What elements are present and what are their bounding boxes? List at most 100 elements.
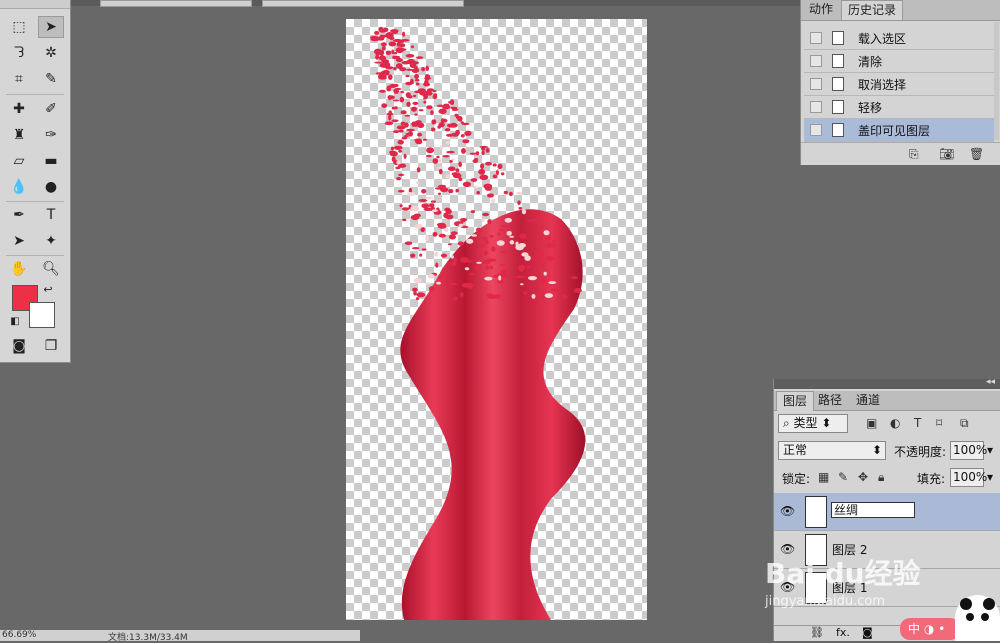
gradient-tool-icon[interactable]: ▬: [38, 150, 64, 172]
petal: [499, 228, 505, 232]
layer-filter-select[interactable]: ⌕ 类型 ⬍: [778, 414, 848, 433]
petal: [497, 163, 503, 169]
history-item[interactable]: 载入选区: [804, 27, 994, 50]
filter-type-icon[interactable]: T: [914, 416, 921, 430]
petal: [379, 89, 386, 93]
petal: [440, 118, 448, 123]
layer-row-selected[interactable]: 👁︎ 丝绸: [774, 493, 1000, 531]
filter-shape-icon[interactable]: ⌑: [936, 416, 942, 430]
petal: [418, 199, 428, 202]
brush-tool-icon[interactable]: ✐: [38, 98, 64, 120]
collapse-icon[interactable]: ◂◂: [986, 377, 995, 387]
custom-shape-tool-icon[interactable]: ✦: [38, 230, 64, 252]
hand-tool-icon[interactable]: ✋: [6, 258, 32, 280]
blur-tool-icon[interactable]: 💧: [6, 176, 32, 198]
pen-tool-icon[interactable]: ✒: [6, 204, 32, 226]
history-source-checkbox[interactable]: [810, 55, 822, 67]
clone-stamp-tool-icon[interactable]: ♜: [6, 124, 32, 146]
petal: [573, 288, 582, 293]
petal: [389, 35, 394, 41]
filter-adjustment-icon[interactable]: ◐: [890, 416, 900, 430]
filter-image-icon[interactable]: ▣: [866, 416, 877, 430]
petal: [401, 136, 408, 140]
history-item[interactable]: 取消选择: [804, 73, 994, 96]
document-tab[interactable]: [100, 0, 252, 7]
history-item-selected[interactable]: 盖印可见图层: [804, 119, 994, 142]
opacity-dropdown-icon[interactable]: ▾: [987, 443, 993, 457]
history-item[interactable]: 轻移: [804, 96, 994, 119]
panel-header[interactable]: ◂◂: [774, 377, 1000, 389]
history-item[interactable]: 清除: [804, 50, 994, 73]
panel-grip[interactable]: [0, 0, 70, 9]
tab-channels[interactable]: 通道: [850, 391, 886, 410]
path-selection-tool-icon[interactable]: ➤: [6, 230, 32, 252]
snapshot-icon[interactable]: 📷︎: [939, 147, 954, 161]
tab-actions[interactable]: 动作: [803, 0, 839, 19]
petal: [452, 173, 462, 179]
tab-paths[interactable]: 路径: [812, 391, 848, 410]
petal: [508, 191, 513, 197]
petal: [468, 273, 474, 276]
opacity-field[interactable]: 100%: [950, 441, 987, 460]
move-tool-icon[interactable]: ➤: [38, 16, 64, 38]
petal: [440, 253, 448, 258]
fill-field[interactable]: 100%: [950, 468, 987, 487]
document-canvas[interactable]: [346, 19, 647, 620]
crop-tool-icon[interactable]: ⌗: [6, 68, 32, 90]
eraser-tool-icon[interactable]: ▱: [6, 150, 32, 172]
default-colors-icon[interactable]: ◧: [8, 314, 22, 328]
petal: [422, 138, 427, 141]
lock-transparent-icon[interactable]: ▦: [818, 470, 829, 484]
petal: [419, 90, 426, 96]
petal: [464, 267, 470, 271]
lock-paint-icon[interactable]: ✎: [838, 470, 848, 484]
new-document-from-state-icon[interactable]: ⎘: [909, 147, 919, 162]
petal: [412, 101, 419, 105]
zoom-tool-icon[interactable]: 🔍︎: [38, 258, 64, 280]
petal: [490, 246, 496, 252]
blend-mode-select[interactable]: 正常 ⬍: [778, 441, 886, 460]
petal: [480, 163, 485, 170]
petal: [460, 134, 465, 138]
silk-artwork: [370, 26, 586, 620]
lasso-tool-icon[interactable]: ᘊ: [6, 42, 32, 64]
lock-position-icon[interactable]: ✥: [858, 470, 868, 484]
ime-badge[interactable]: 中 ◑ •: [900, 618, 960, 640]
petal: [400, 110, 407, 115]
history-source-checkbox[interactable]: [810, 32, 822, 44]
petal: [388, 41, 397, 47]
petal: [387, 95, 395, 100]
type-tool-icon[interactable]: T: [38, 204, 64, 226]
marquee-tool-icon[interactable]: ⬚: [6, 16, 32, 38]
screen-mode-icon[interactable]: ❐: [38, 335, 64, 357]
quick-mask-icon[interactable]: ◙: [6, 335, 32, 357]
background-color-swatch[interactable]: [29, 302, 55, 328]
petal: [442, 155, 450, 158]
petal: [450, 255, 454, 259]
magic-wand-tool-icon[interactable]: ✲: [38, 42, 64, 64]
petal: [540, 279, 546, 284]
filter-smart-object-icon[interactable]: ⧉: [960, 416, 969, 431]
history-source-checkbox[interactable]: [810, 101, 822, 113]
history-scrollbar[interactable]: [994, 22, 999, 140]
eyedropper-tool-icon[interactable]: ✎: [38, 68, 64, 90]
petal: [392, 55, 401, 59]
layer-name-input[interactable]: 丝绸: [831, 502, 915, 518]
document-tab[interactable]: [262, 0, 464, 7]
swap-colors-icon[interactable]: ↩: [40, 282, 56, 296]
lock-all-icon[interactable]: 🔒︎: [878, 470, 884, 485]
healing-brush-tool-icon[interactable]: ✚: [6, 98, 32, 120]
zoom-level[interactable]: 66.69%: [2, 630, 36, 640]
petal: [485, 265, 490, 270]
dodge-tool-icon[interactable]: ●: [38, 176, 64, 198]
trash-icon[interactable]: 🗑︎: [969, 147, 984, 161]
history-brush-tool-icon[interactable]: ✑: [38, 124, 64, 146]
visibility-eye-icon[interactable]: 👁︎: [780, 504, 795, 518]
history-source-checkbox[interactable]: [810, 78, 822, 90]
fill-dropdown-icon[interactable]: ▾: [987, 470, 993, 484]
petal: [481, 218, 485, 222]
history-source-checkbox[interactable]: [810, 124, 822, 136]
tab-layers[interactable]: 图层: [776, 391, 815, 411]
petal: [399, 96, 405, 103]
tab-history[interactable]: 历史记录: [841, 0, 904, 20]
